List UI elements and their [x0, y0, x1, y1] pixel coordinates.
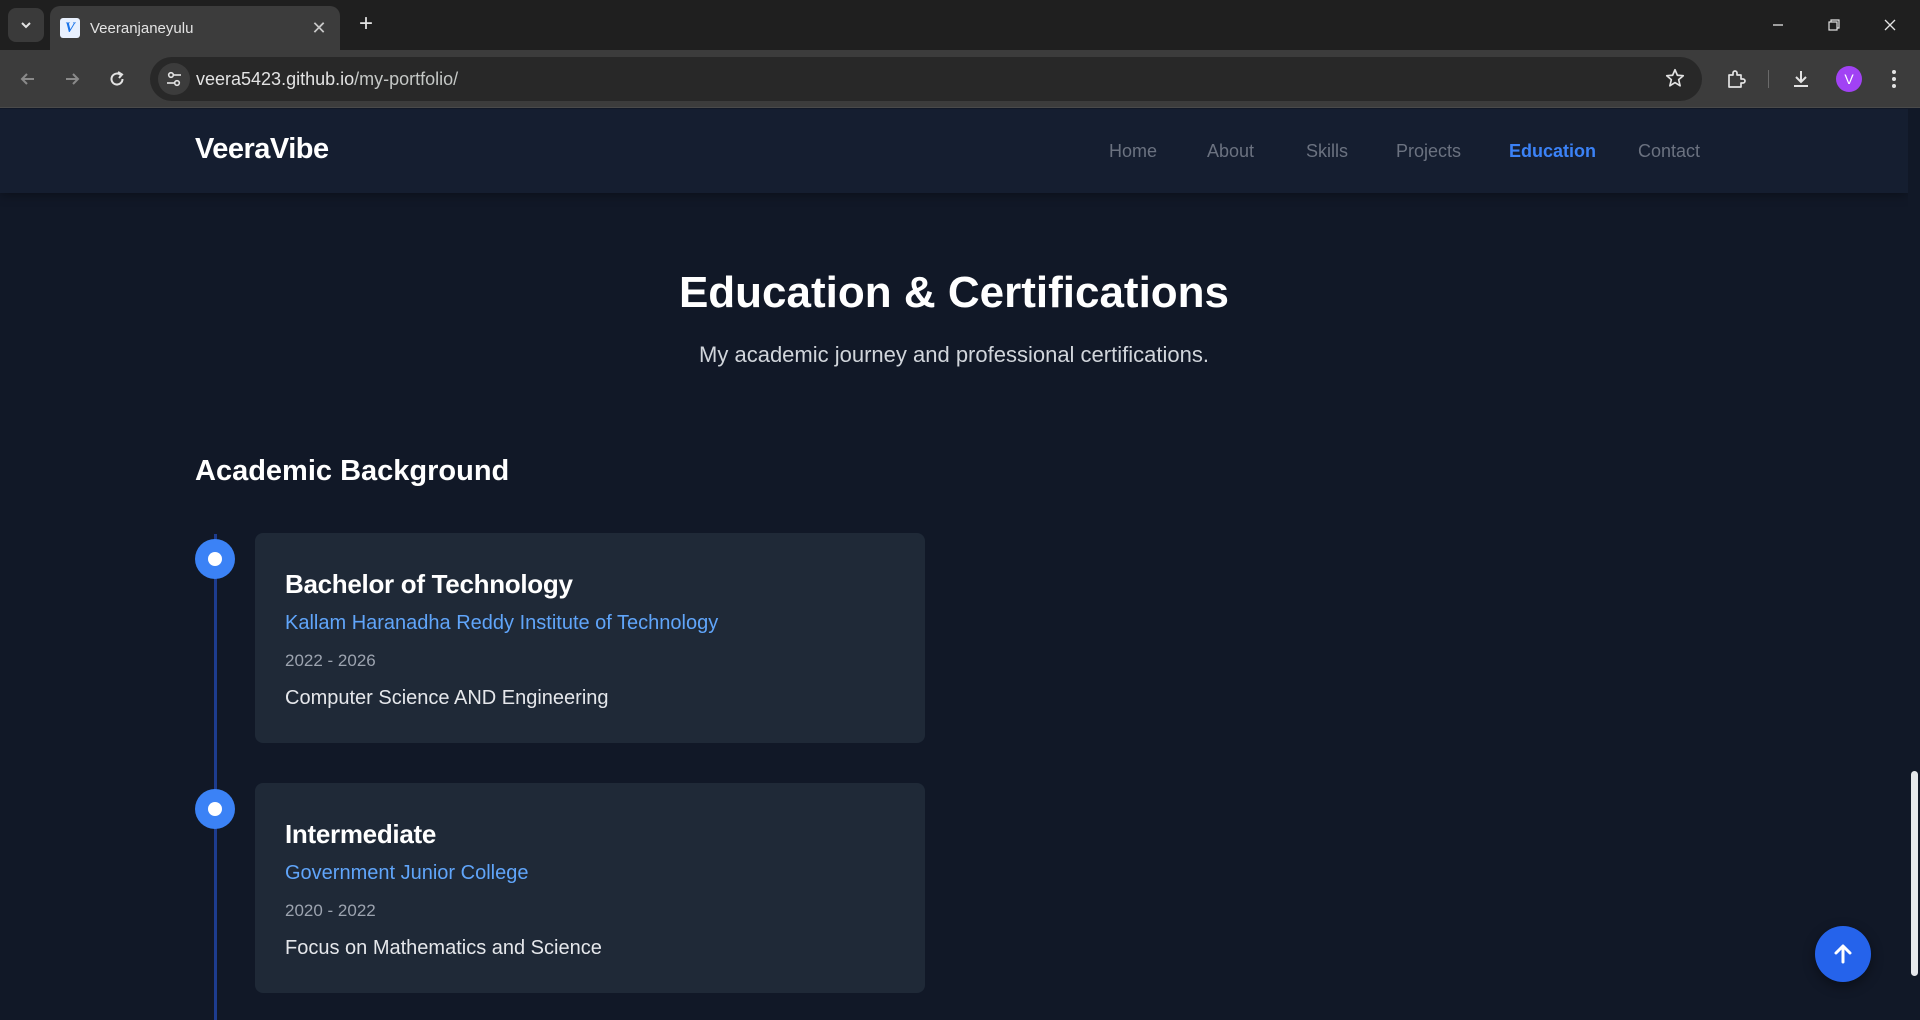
puzzle-icon [1728, 70, 1746, 88]
nav-skills[interactable]: Skills [1306, 141, 1348, 162]
education-card: Intermediate Government Junior College 2… [255, 783, 925, 993]
close-window-button[interactable] [1862, 0, 1918, 50]
profile-avatar[interactable]: V [1836, 66, 1862, 92]
restore-button[interactable] [1806, 0, 1862, 50]
url-path: /my-portfolio/ [354, 69, 459, 89]
description: Computer Science AND Engineering [285, 687, 609, 709]
back-button[interactable] [12, 63, 44, 95]
restore-icon [1828, 19, 1840, 31]
arrow-up-icon [1834, 944, 1852, 964]
institution-name: Kallam Haranadha Reddy Institute of Tech… [285, 612, 719, 634]
toolbar-divider [1768, 70, 1769, 88]
url-host: veera5423.github.io [196, 69, 355, 89]
degree-title: Intermediate [285, 819, 437, 849]
institution-name: Government Junior College [285, 862, 529, 884]
scroll-to-top-button[interactable] [1815, 926, 1871, 982]
minimize-button[interactable] [1750, 0, 1806, 50]
site-logo[interactable]: VeeraVibe [195, 133, 329, 166]
browser-tab[interactable]: V Veeranjaneyulu ✕ [50, 6, 340, 50]
site-header: VeeraVibe Home About Skills Projects Edu… [0, 109, 1908, 193]
browser-toolbar: veera5423.github.io/my-portfolio/ V [0, 50, 1920, 108]
page-scrollbar[interactable] [1908, 109, 1920, 1020]
close-icon [1884, 19, 1896, 31]
arrow-right-icon [66, 73, 80, 85]
url-text: veera5423.github.io/my-portfolio/ [196, 69, 458, 90]
nav-home[interactable]: Home [1109, 141, 1157, 162]
section-title: Education & Certifications [678, 268, 1230, 317]
degree-title: Bachelor of Technology [285, 569, 573, 599]
description: Focus on Mathematics and Science [285, 937, 602, 959]
address-bar[interactable]: veera5423.github.io/my-portfolio/ [150, 57, 1702, 101]
page-viewport: VeeraVibe Home About Skills Projects Edu… [0, 109, 1920, 1020]
more-vertical-icon [1892, 70, 1896, 88]
chevron-down-icon [21, 22, 31, 29]
tab-search-button[interactable] [8, 8, 44, 42]
browser-tab-bar: V Veeranjaneyulu ✕ + [0, 0, 1920, 50]
extensions-button[interactable] [1720, 63, 1752, 95]
arrow-left-icon [20, 73, 34, 85]
close-tab-icon[interactable]: ✕ [308, 18, 330, 39]
education-card: Bachelor of Technology Kallam Haranadha … [255, 533, 925, 743]
new-tab-button[interactable]: + [352, 11, 380, 39]
download-icon [1794, 71, 1808, 87]
bookmark-button[interactable] [1664, 67, 1686, 94]
favicon-icon: V [60, 18, 80, 38]
reload-button[interactable] [101, 63, 133, 95]
scrollbar-thumb[interactable] [1911, 771, 1918, 976]
timeline-dot [195, 789, 235, 829]
forward-button[interactable] [56, 63, 88, 95]
nav-education[interactable]: Education [1509, 141, 1596, 162]
nav-about[interactable]: About [1207, 141, 1254, 162]
academic-heading: Academic Background [195, 455, 510, 487]
star-icon [1665, 68, 1685, 87]
timeline-line [214, 534, 217, 1020]
timeline-dot-center [208, 552, 222, 566]
tune-icon [167, 71, 181, 87]
reload-icon [110, 71, 124, 86]
nav-contact[interactable]: Contact [1638, 141, 1700, 162]
nav-projects[interactable]: Projects [1396, 141, 1461, 162]
minimize-icon [1773, 24, 1783, 26]
downloads-button[interactable] [1785, 63, 1817, 95]
years: 2022 - 2026 [285, 651, 376, 670]
timeline-dot [195, 539, 235, 579]
section-subtitle: My academic journey and professional cer… [699, 342, 1209, 367]
tab-title: Veeranjaneyulu [90, 19, 194, 37]
site-info-button[interactable] [158, 63, 190, 95]
years: 2020 - 2022 [285, 901, 376, 920]
browser-menu-button[interactable] [1878, 63, 1910, 95]
timeline-dot-center [208, 802, 222, 816]
